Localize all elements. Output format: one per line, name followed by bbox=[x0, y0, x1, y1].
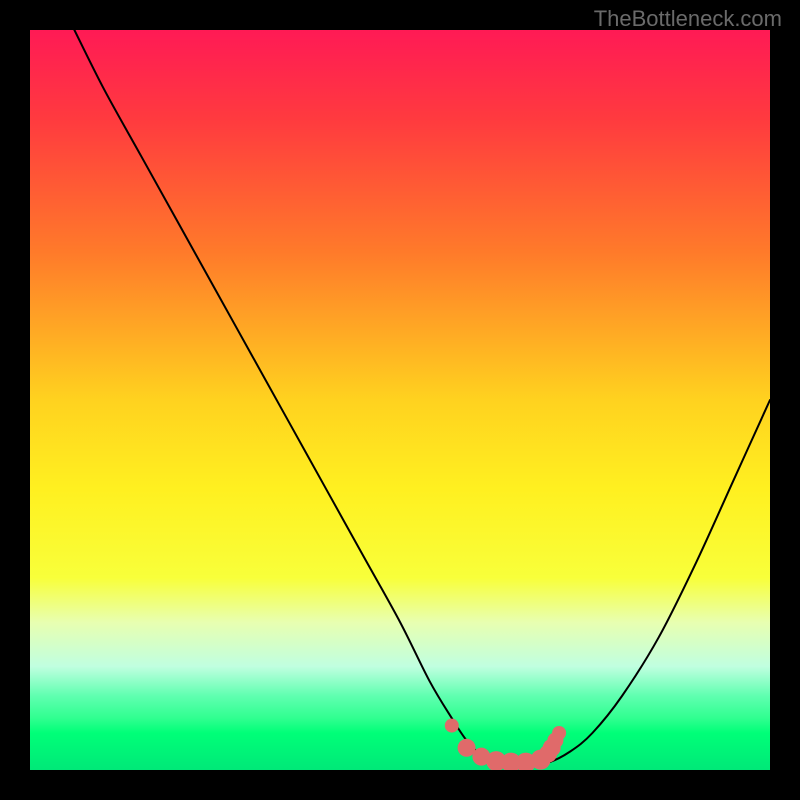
highlight-marker bbox=[552, 726, 566, 740]
highlight-marker bbox=[445, 719, 459, 733]
chart-plot-area bbox=[30, 30, 770, 770]
watermark-text: TheBottleneck.com bbox=[594, 6, 782, 32]
chart-svg bbox=[30, 30, 770, 770]
chart-background bbox=[30, 30, 770, 770]
chart-container: TheBottleneck.com bbox=[0, 0, 800, 800]
